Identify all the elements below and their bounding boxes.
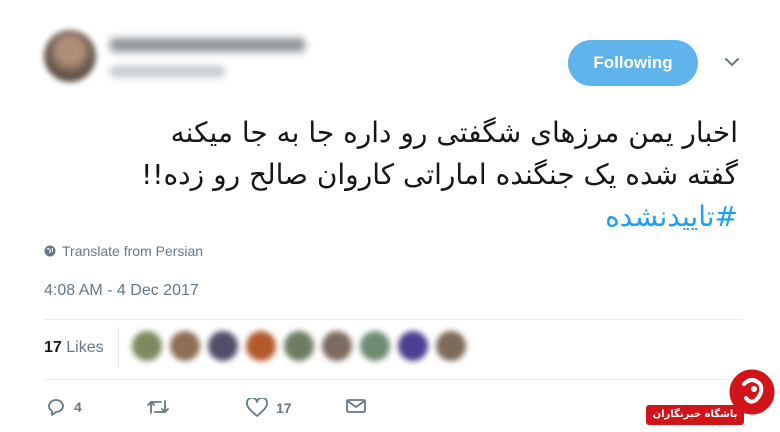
tweet-line-1: اخبار یمن مرزهای شگفتی رو داره جا به جا … [170, 116, 738, 149]
liker-avatar[interactable] [132, 331, 162, 361]
translate-link[interactable]: Translate from Persian [44, 243, 203, 259]
likes-number: 17 [44, 339, 62, 356]
reply-button[interactable]: 4 [46, 398, 82, 416]
tweet-timestamp[interactable]: 4:08 AM - 4 Dec 2017 [44, 282, 199, 300]
liker-avatar[interactable] [360, 331, 390, 361]
display-name-blurred[interactable] [110, 38, 305, 52]
tweet-text: اخبار یمن مرزهای شگفتی رو داره جا به جا … [38, 112, 738, 238]
translate-label: Translate from Persian [62, 243, 204, 259]
liker-avatar[interactable] [284, 331, 314, 361]
liker-avatar[interactable] [246, 331, 276, 361]
direct-message-button[interactable] [346, 398, 366, 414]
liker-avatar[interactable] [436, 331, 466, 361]
chevron-down-icon[interactable] [724, 56, 740, 68]
retweet-button[interactable] [146, 398, 178, 416]
watermark-logo: باشگاه خبرنگاران [646, 362, 780, 427]
hashtag-link[interactable]: #تاییدنشده [38, 196, 738, 238]
likes-label: Likes [66, 339, 104, 356]
watermark-text: باشگاه خبرنگاران [652, 409, 738, 420]
like-button[interactable]: 17 [246, 398, 292, 418]
heart-icon [246, 398, 268, 417]
liker-avatar[interactable] [208, 331, 238, 361]
reply-icon [48, 399, 64, 416]
liker-avatar[interactable] [170, 331, 200, 361]
liker-avatar[interactable] [398, 331, 428, 361]
retweet-icon [147, 400, 169, 414]
divider [118, 326, 119, 368]
divider [44, 319, 742, 320]
likes-count[interactable]: 17 Likes [44, 339, 104, 357]
liker-avatar[interactable] [322, 331, 352, 361]
tweet-line-2: گفته شده یک جنگنده اماراتی کاروان صالح ر… [141, 158, 738, 191]
divider [44, 379, 742, 380]
globe-icon [44, 245, 56, 257]
username-blurred[interactable] [110, 66, 225, 77]
following-button[interactable]: Following [568, 40, 698, 86]
avatar[interactable] [44, 30, 96, 82]
reply-count: 4 [74, 399, 82, 415]
like-count: 17 [276, 400, 292, 416]
mail-icon [346, 399, 366, 413]
